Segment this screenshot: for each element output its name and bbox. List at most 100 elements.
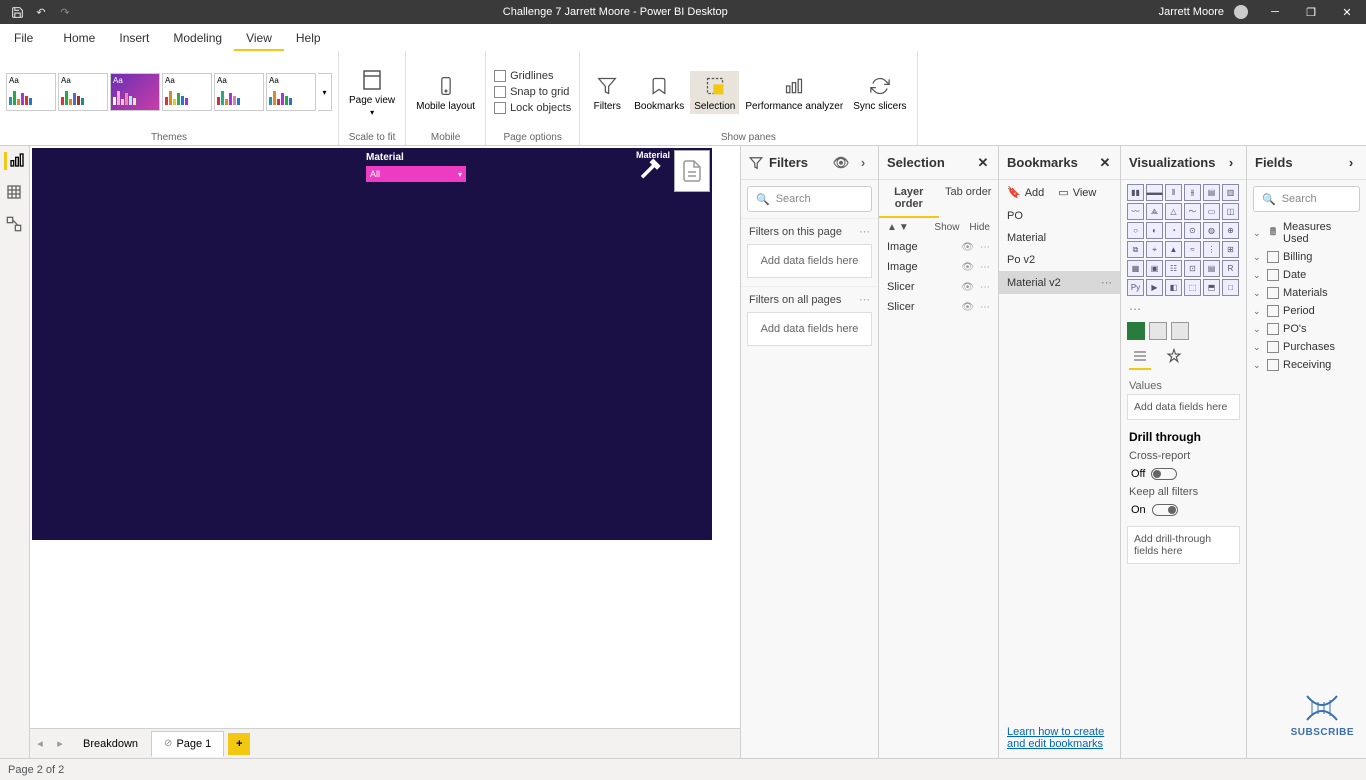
perf-analyzer-button[interactable]: Performance analyzer [741,71,847,114]
menu-home[interactable]: Home [51,25,107,51]
report-canvas[interactable]: Material All Material [32,148,712,540]
show-button[interactable]: Show [934,222,959,233]
selection-item[interactable]: Image👁⋯ [879,237,998,257]
viz-type-icon[interactable]: ⟁ [1146,203,1163,220]
visibility-icon[interactable]: 👁 [834,156,848,170]
minimize-button[interactable]: ─ [1260,0,1290,24]
viz-type-icon[interactable]: ▮▮ [1127,184,1144,201]
more-icon[interactable]: ⋯ [1101,276,1112,289]
viz-type-icon[interactable]: ⊞ [1222,241,1239,258]
theme-3-selected[interactable]: Aa [110,73,160,111]
lock-checkbox[interactable]: Lock objects [492,101,573,115]
user-name[interactable]: Jarrett Moore [1159,6,1224,18]
field-table[interactable]: ⌄Period [1247,302,1366,320]
hide-button[interactable]: Hide [969,222,990,233]
subscribe-badge[interactable]: SUBSCRIBE [1291,692,1354,738]
maximize-button[interactable]: ❐ [1296,0,1326,24]
save-icon[interactable] [10,5,24,19]
field-table[interactable]: ⌄Date [1247,266,1366,284]
move-down-icon[interactable]: ▼ [899,222,909,233]
eye-icon[interactable]: 👁 [961,302,974,313]
hammer-image[interactable] [634,150,670,192]
keep-filters-toggle[interactable] [1152,504,1178,516]
viz-type-icon[interactable]: 〜 [1184,203,1201,220]
expand-icon[interactable]: › [856,156,870,170]
close-button[interactable]: ✕ [1332,0,1362,24]
field-table[interactable]: ⌄Receiving [1247,356,1366,374]
eye-icon[interactable]: 👁 [961,262,974,273]
menu-file[interactable]: File [0,25,47,51]
bookmark-item[interactable]: Material v2⋯ [999,271,1120,294]
theme-6[interactable]: Aa [266,73,316,111]
viz-type-icon[interactable]: 〰 [1127,203,1144,220]
page-filter-drop[interactable]: Add data fields here [747,244,872,278]
theme-4[interactable]: Aa [162,73,212,111]
bookmarks-help-link[interactable]: Learn how to create and edit bookmarks [1007,726,1104,750]
more-icon[interactable]: ⋯ [980,242,990,253]
page-prev[interactable]: ◂ [30,737,50,750]
viz-type-icon[interactable]: ▣ [1146,260,1163,277]
viz-type-icon[interactable]: Py [1127,279,1144,296]
viz-type-icon[interactable]: ⋮ [1203,241,1220,258]
close-icon[interactable]: ✕ [976,156,990,170]
viz-type-icon[interactable]: ⬚ [1184,279,1201,296]
theme-5[interactable]: Aa [214,73,264,111]
bookmark-item[interactable]: PO [999,205,1120,227]
viz-type-icon[interactable]: ⬒ [1203,279,1220,296]
viz-type-icon[interactable]: ⌖ [1146,241,1163,258]
sync-slicers-button[interactable]: Sync slicers [849,71,910,114]
menu-insert[interactable]: Insert [107,25,161,51]
viz-type-icon[interactable]: ▥ [1222,184,1239,201]
viz-type-icon[interactable]: △ [1165,203,1182,220]
page-next[interactable]: ▸ [50,737,70,750]
model-view-icon[interactable] [6,216,24,234]
expand-icon[interactable]: › [1224,156,1238,170]
bookmark-item[interactable]: Material [999,227,1120,249]
report-view-icon[interactable] [4,152,26,170]
viz-type-icon[interactable]: ⊙ [1184,222,1201,239]
tab-breakdown[interactable]: Breakdown [70,731,151,757]
viz-type-icon[interactable]: ○ [1127,222,1144,239]
viz-more-icon[interactable]: ⋯ [1121,300,1246,318]
more-icon[interactable]: ⋯ [859,293,870,306]
field-table[interactable]: ⌄🖩Measures Used [1247,218,1366,248]
viz-type-icon[interactable]: ▬▬ [1146,184,1163,201]
viz-fields-mode[interactable] [1127,322,1145,340]
bookmark-add-button[interactable]: 🔖Add [1007,186,1044,199]
viz-type-icon[interactable]: ⫴ [1165,184,1182,201]
viz-type-icon[interactable]: ⊡ [1184,260,1201,277]
mobile-layout-button[interactable]: Mobile layout [412,71,479,114]
fields-icon[interactable] [1129,348,1151,370]
theme-2[interactable]: Aa [58,73,108,111]
menu-help[interactable]: Help [284,25,333,51]
data-view-icon[interactable] [6,184,24,202]
tab-order-tab[interactable]: Tab order [939,180,999,218]
viz-type-icon[interactable]: ◫ [1222,203,1239,220]
viz-type-icon[interactable]: ▶ [1146,279,1163,296]
selection-item[interactable]: Slicer👁⋯ [879,297,998,317]
snap-checkbox[interactable]: Snap to grid [492,85,571,99]
viz-analytics-mode[interactable] [1171,322,1189,340]
values-drop[interactable]: Add data fields here [1127,394,1240,420]
viz-type-icon[interactable]: ⊕ [1222,222,1239,239]
drill-drop[interactable]: Add drill-through fields here [1127,526,1240,564]
viz-type-icon[interactable]: ☷ [1165,260,1182,277]
more-icon[interactable]: ⋯ [980,302,990,313]
eye-icon[interactable]: 👁 [961,242,974,253]
bookmark-item[interactable]: Po v2 [999,249,1120,271]
move-up-icon[interactable]: ▲ [887,222,897,233]
expand-icon[interactable]: › [1344,156,1358,170]
themes-dropdown[interactable]: ▾ [318,73,332,111]
viz-type-icon[interactable]: ▤ [1203,260,1220,277]
selection-item[interactable]: Image👁⋯ [879,257,998,277]
eye-icon[interactable]: 👁 [961,282,974,293]
more-icon[interactable]: ⋯ [980,282,990,293]
bookmarks-pane-button[interactable]: Bookmarks [630,71,688,114]
undo-icon[interactable]: ↶ [34,5,48,19]
document-image[interactable] [674,150,710,192]
selection-item[interactable]: Slicer👁⋯ [879,277,998,297]
filters-pane-button[interactable]: Filters [586,71,628,114]
all-filter-drop[interactable]: Add data fields here [747,312,872,346]
fields-search[interactable]: 🔍 Search [1253,186,1360,212]
redo-icon[interactable]: ↷ [58,5,72,19]
